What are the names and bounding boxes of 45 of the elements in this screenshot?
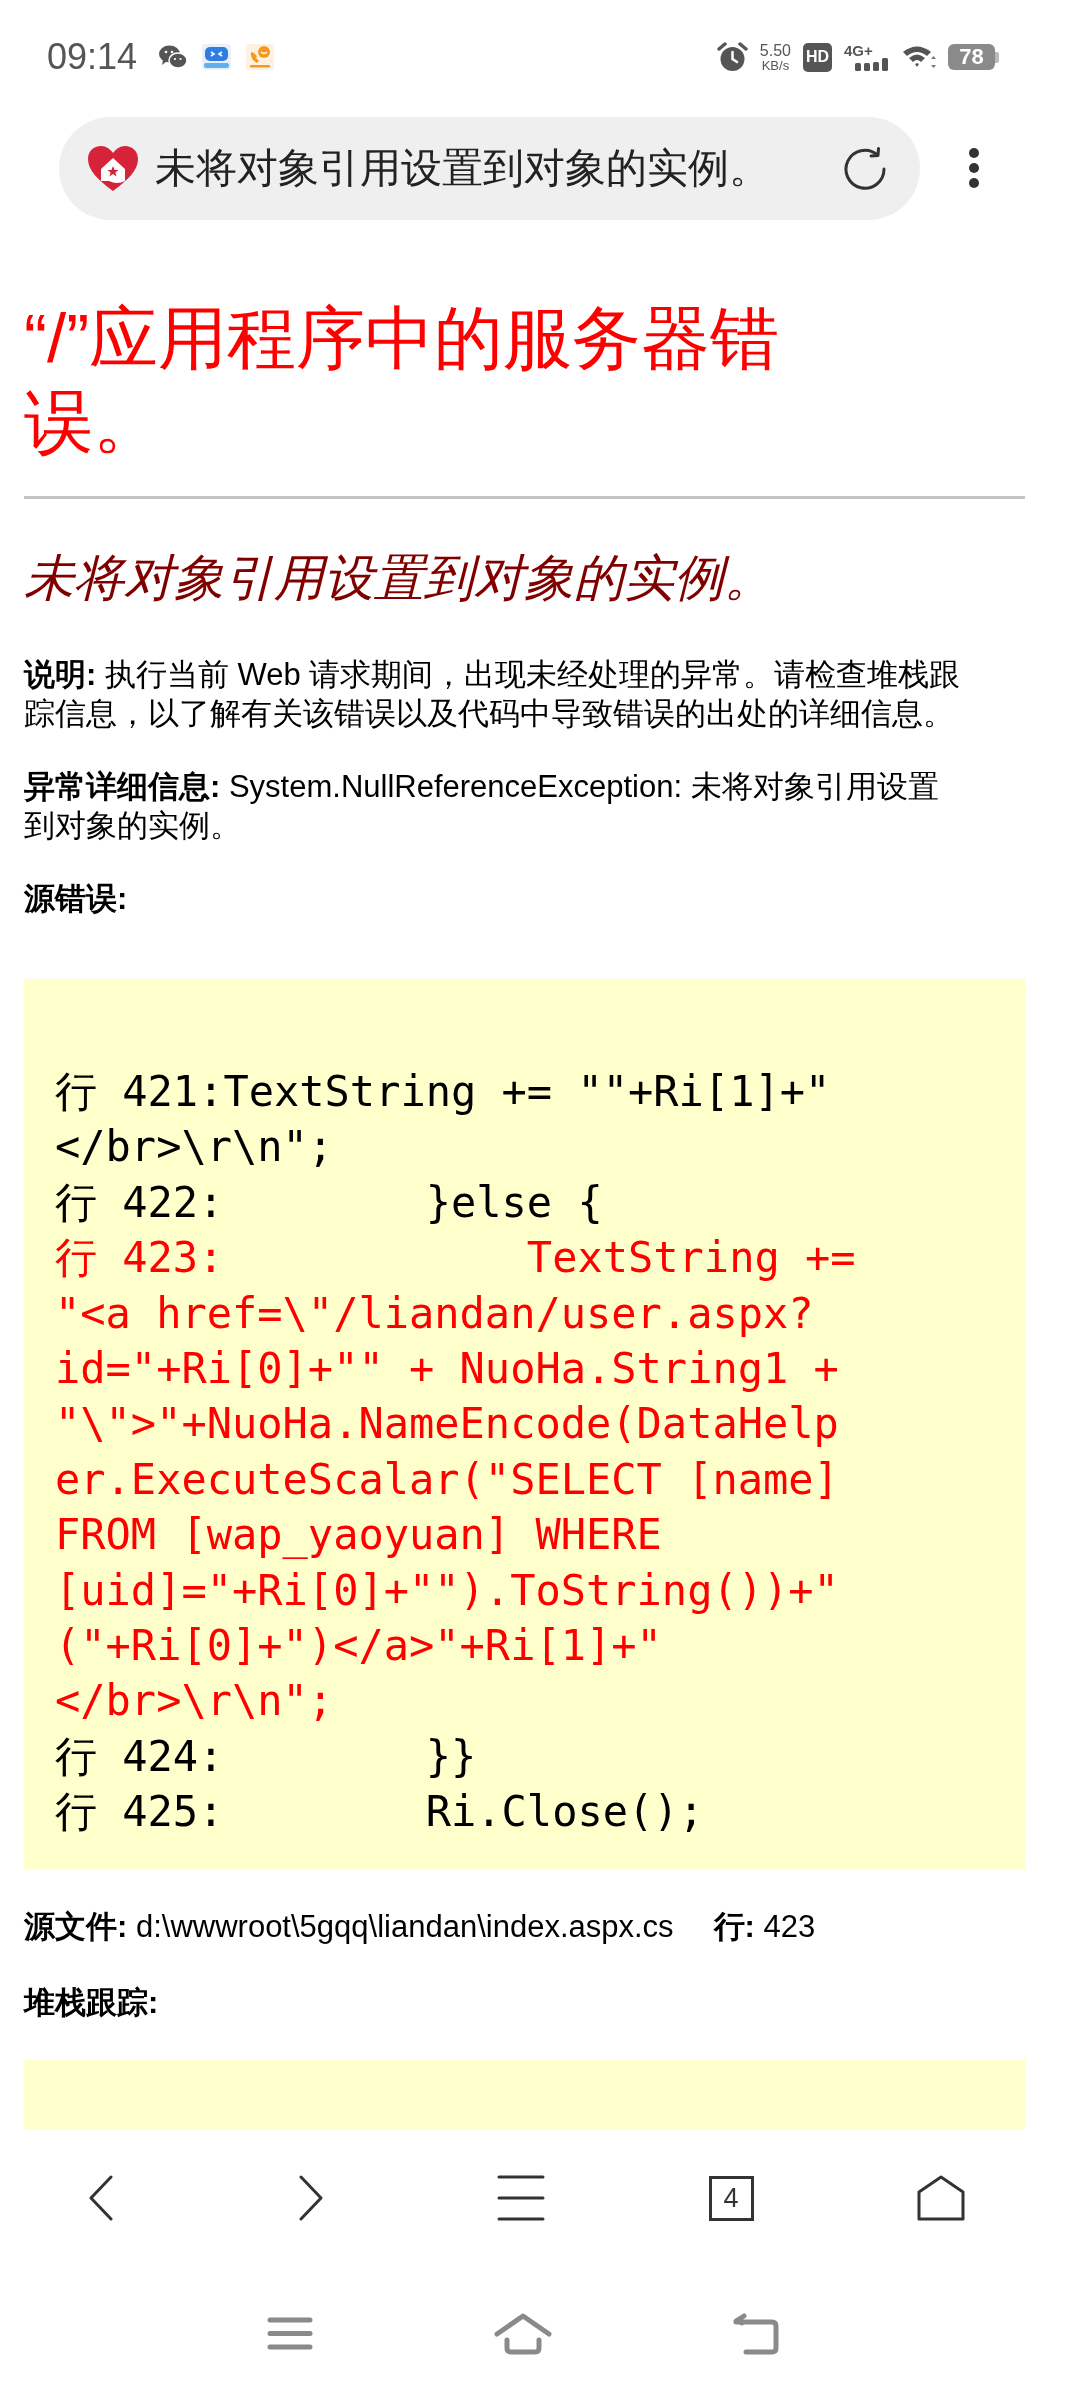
home-icon — [917, 2175, 965, 2221]
nav-menu-button[interactable] — [267, 2317, 313, 2350]
robot-app-icon — [202, 44, 232, 70]
hd-badge: HD — [803, 42, 832, 72]
home-button[interactable] — [917, 2175, 965, 2221]
line-number-text: 行: 423 — [713, 1907, 816, 1946]
exception-details-text: 异常详细信息: System.NullReferenceException: 未将对象引用设置到对象的实例。 — [24, 768, 940, 845]
source-error-label: 源错误: — [24, 880, 129, 918]
code-line: 行 424: }} — [55, 1730, 478, 1783]
code-line: 行 425: Ri.Close(); — [55, 1786, 705, 1839]
back-arrow-icon — [732, 2312, 780, 2355]
nav-home-button[interactable] — [494, 2312, 552, 2355]
source-file-text: 源文件: d:\wwwroot\5gqq\liandan\index.aspx.cs — [24, 1907, 674, 1946]
menu-icon — [497, 2175, 545, 2221]
phone-app-icon — [246, 44, 275, 70]
tabs-button[interactable]: 4 — [708, 2175, 754, 2221]
menu-icon — [267, 2317, 313, 2350]
wifi-icon — [902, 44, 936, 70]
forward-chevron-icon — [299, 2175, 323, 2221]
code-line: 行 422: }else { — [55, 1176, 604, 1229]
page-title: 未将对象引用设置到对象的实例。 — [155, 144, 771, 193]
menu-button[interactable] — [497, 2175, 545, 2221]
back-chevron-icon — [89, 2175, 113, 2221]
error-heading: “/”应用程序中的服务器错误。 — [24, 299, 781, 463]
forward-button[interactable] — [299, 2175, 323, 2221]
code-line: 行 423: TextString += "<a href=\"/liandan/user.aspx?id="+Ri[0]+"" + NuoHa.String1 + "\">"+NuoHa.NameEncode(DataHelper.ExecuteScalar("SELECT [name] FROM [wap_yaoyuan] WHERE [uid]="+Ri[0]+"").ToString())+"("+Ri[0]+")</a>"+Ri[1]+"</br>\r\n"; — [55, 1232, 857, 1728]
address-bar[interactable]: 未将对象引用设置到对象的实例。 — [59, 117, 920, 220]
battery-indicator: 78 — [948, 44, 999, 70]
code-line: 行 421:TextString += ""+Ri[1]+"</br>\r\n"; — [55, 1066, 832, 1174]
nav-back-button[interactable] — [732, 2312, 780, 2355]
stack-trace-label: 堆栈跟踪: — [24, 1983, 160, 2022]
more-options-icon[interactable] — [968, 147, 980, 189]
net-speed-text: 5.50 — [759, 41, 791, 59]
alarm-clock-icon — [716, 42, 748, 72]
heart-house-icon — [87, 144, 139, 193]
network-type-text: 4G+ — [844, 43, 873, 58]
description-text: 说明: 执行当前 Web 请求期间，出现未经处理的异常。请检查堆栈跟踪信息，以了解有关该错误以及代码中导致错误的出处的详细信息。 — [24, 656, 962, 733]
signal-bars-icon — [855, 58, 890, 71]
back-button[interactable] — [89, 2175, 113, 2221]
reload-icon[interactable] — [843, 146, 887, 191]
chat-bubbles-icon — [159, 45, 188, 69]
home-icon — [494, 2312, 552, 2355]
status-time: 09:14 — [47, 37, 138, 77]
net-speed-unit-text: KB/s — [761, 58, 790, 73]
error-message: 未将对象引用设置到对象的实例。 — [24, 549, 775, 608]
